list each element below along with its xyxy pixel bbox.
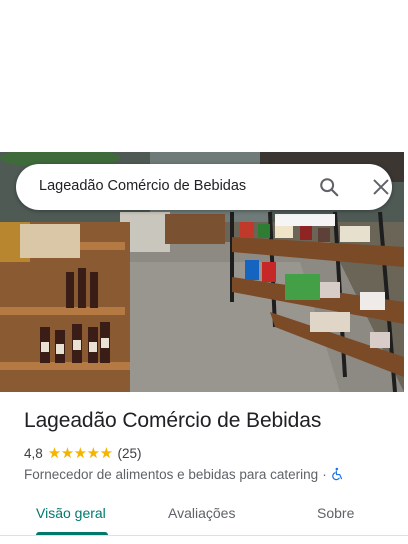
wheelchair-icon [331, 467, 345, 481]
tab-about[interactable]: Sobre [317, 505, 354, 521]
search-bar[interactable]: Lageadão Comércio de Bebidas [16, 164, 392, 210]
review-count[interactable]: (25) [118, 446, 142, 461]
place-category: Fornecedor de alimentos e bebidas para c… [24, 466, 319, 482]
place-title: Lageadão Comércio de Bebidas [24, 409, 322, 432]
tab-bar: Visão geral Avaliações Sobre [0, 496, 408, 544]
close-icon[interactable] [370, 176, 392, 198]
star-rating-icon: ★★★★★ [47, 445, 113, 462]
rating-value: 4,8 [24, 445, 43, 461]
search-input[interactable]: Lageadão Comércio de Bebidas [39, 178, 246, 194]
tab-overview[interactable]: Visão geral [36, 505, 106, 521]
separator-dot: · [322, 466, 327, 482]
category-row: Fornecedor de alimentos e bebidas para c… [24, 465, 345, 483]
rating-row[interactable]: 4,8 ★★★★★ (25) [24, 444, 142, 462]
tab-reviews[interactable]: Avaliações [168, 505, 235, 521]
search-icon[interactable] [318, 176, 340, 198]
tabs-divider [0, 535, 408, 536]
